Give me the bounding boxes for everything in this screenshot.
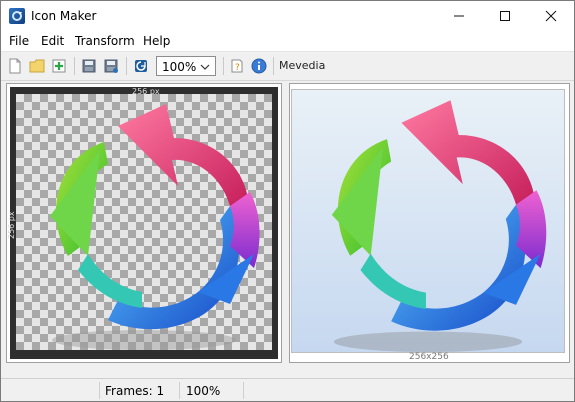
zoom-select[interactable]: 100% bbox=[156, 56, 216, 76]
add-frame-icon bbox=[52, 59, 66, 73]
save-as-icon bbox=[104, 59, 118, 73]
status-separator bbox=[243, 382, 244, 399]
rotate-icon bbox=[135, 60, 147, 72]
preview-size-label: 256x256 bbox=[409, 352, 449, 362]
refresh-arrows-icon bbox=[50, 104, 260, 350]
new-file-button[interactable] bbox=[5, 56, 25, 76]
close-button[interactable] bbox=[528, 1, 574, 31]
status-separator bbox=[99, 382, 100, 399]
minimize-button[interactable] bbox=[436, 1, 482, 31]
app-window: Icon Maker File Edit Transform Help 100%… bbox=[0, 0, 575, 402]
editor-pane: 256 px 256 px bbox=[6, 83, 282, 363]
brand-label: Mevedia bbox=[279, 59, 326, 72]
maximize-button[interactable] bbox=[482, 1, 528, 31]
app-icon bbox=[9, 8, 25, 24]
svg-text:?: ? bbox=[235, 63, 240, 73]
zoom-select-value: 100% bbox=[162, 60, 197, 74]
help-icon: ? bbox=[231, 59, 243, 73]
menu-bar: File Edit Transform Help bbox=[1, 31, 574, 52]
refresh-arrows-icon bbox=[331, 100, 547, 352]
folder-icon bbox=[29, 59, 45, 73]
chevron-down-icon bbox=[200, 64, 210, 70]
status-separator bbox=[179, 382, 180, 399]
menu-file[interactable]: File bbox=[9, 34, 29, 48]
about-button[interactable] bbox=[249, 56, 269, 76]
editor-canvas[interactable] bbox=[16, 94, 272, 350]
preview-pane: 256x256 bbox=[289, 83, 570, 363]
toolbar-separator bbox=[126, 57, 127, 75]
menu-transform[interactable]: Transform bbox=[75, 34, 135, 48]
toolbar-separator bbox=[273, 57, 274, 75]
save-as-button[interactable] bbox=[101, 56, 121, 76]
save-button[interactable] bbox=[79, 56, 99, 76]
open-button[interactable] bbox=[27, 56, 47, 76]
add-frame-button[interactable] bbox=[49, 56, 69, 76]
frames-count: Frames: 1 bbox=[105, 384, 165, 398]
toolbar-separator bbox=[223, 57, 224, 75]
save-icon bbox=[82, 59, 96, 73]
status-bar: Frames: 1 100% bbox=[1, 378, 574, 401]
info-icon bbox=[251, 58, 267, 74]
help-button[interactable]: ? bbox=[227, 56, 247, 76]
editor-frame: 256 px 256 px bbox=[7, 87, 278, 359]
new-file-icon bbox=[9, 58, 21, 74]
title-bar: Icon Maker bbox=[1, 1, 574, 31]
menu-help[interactable]: Help bbox=[143, 34, 170, 48]
toolbar-separator bbox=[74, 57, 75, 75]
status-zoom: 100% bbox=[186, 384, 221, 398]
window-title: Icon Maker bbox=[31, 9, 97, 23]
preview-canvas bbox=[291, 89, 565, 353]
menu-edit[interactable]: Edit bbox=[41, 34, 64, 48]
rotate-button[interactable] bbox=[131, 56, 151, 76]
editor-ruler-left: 256 px bbox=[7, 211, 16, 239]
toolbar: 100% ? Mevedia bbox=[1, 52, 574, 81]
